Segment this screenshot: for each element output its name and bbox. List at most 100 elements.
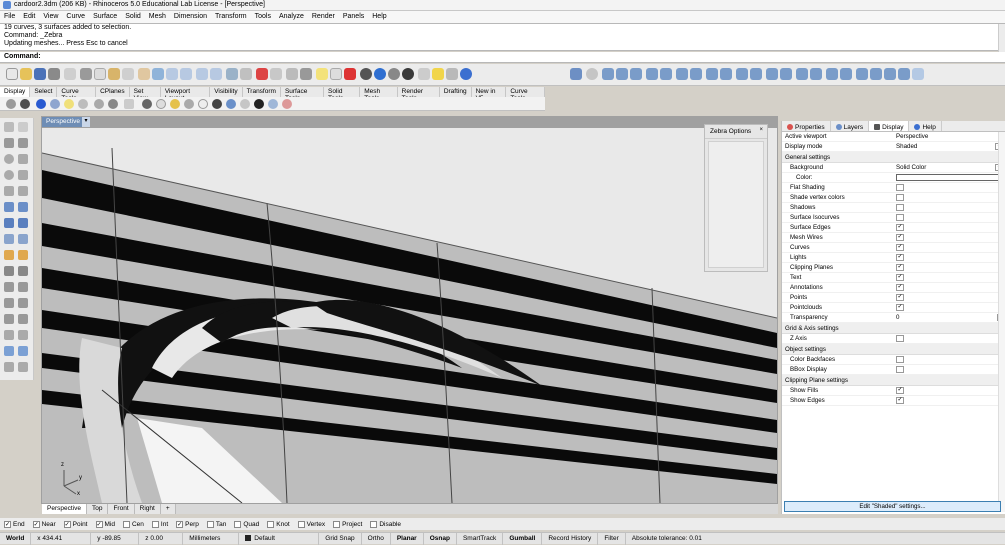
- render-icon[interactable]: [374, 68, 386, 80]
- car-icon[interactable]: [256, 68, 268, 80]
- setting-checkbox[interactable]: [896, 184, 904, 191]
- menu-panels[interactable]: Panels: [339, 11, 368, 23]
- color-backfaces-row[interactable]: Color Backfaces: [782, 355, 1005, 365]
- osnap-knot[interactable]: Knot: [267, 520, 290, 528]
- undo-icon[interactable]: [122, 68, 134, 80]
- sphere-silver-icon[interactable]: [240, 99, 250, 109]
- status-record-history[interactable]: Record History: [542, 532, 599, 545]
- loft-icon[interactable]: [840, 68, 852, 80]
- trim-icon[interactable]: [780, 68, 792, 80]
- pan-icon[interactable]: [138, 68, 150, 80]
- tab-mesh-tools[interactable]: Mesh Tools: [360, 87, 398, 102]
- open-icon[interactable]: [20, 68, 32, 80]
- sweep-icon[interactable]: [856, 68, 868, 80]
- curve-tool-icon[interactable]: [18, 138, 28, 148]
- solid-icon[interactable]: [18, 218, 28, 228]
- surface-tool-icon[interactable]: [4, 202, 14, 212]
- osnap-checkbox[interactable]: ✓: [63, 520, 71, 528]
- setting-row[interactable]: Surface Edges ✓: [782, 223, 1005, 233]
- offset-icon[interactable]: [750, 68, 762, 80]
- wireframe-icon[interactable]: [6, 99, 16, 109]
- setting-checkbox[interactable]: ✓: [896, 254, 904, 261]
- osnap-checkbox[interactable]: [234, 520, 242, 528]
- panel-tab-help[interactable]: Help: [909, 121, 942, 131]
- tab-select[interactable]: Select: [30, 87, 58, 97]
- tab-set-view[interactable]: Set View: [130, 87, 161, 102]
- help-icon[interactable]: [460, 68, 472, 80]
- bbox-display-row[interactable]: BBox Display: [782, 365, 1005, 375]
- osnap-checkbox[interactable]: ✓: [176, 520, 184, 528]
- zoom-icon[interactable]: [166, 68, 178, 80]
- render-tool-icon[interactable]: [18, 346, 28, 356]
- copy-tool-icon[interactable]: [18, 282, 28, 292]
- osnap-checkbox[interactable]: ✓: [32, 520, 40, 528]
- menu-analyze[interactable]: Analyze: [275, 11, 308, 23]
- osnap-quad[interactable]: Quad: [234, 520, 259, 528]
- setting-checkbox[interactable]: ✓: [896, 224, 904, 231]
- mirror-icon[interactable]: [4, 314, 14, 324]
- osnap-point[interactable]: ✓ Point: [63, 520, 88, 528]
- show-edges-row[interactable]: Show Edges ✓: [782, 396, 1005, 406]
- viewport-tab-top[interactable]: Top: [86, 504, 109, 514]
- polygon-icon[interactable]: [4, 186, 14, 196]
- zoom-extents-icon[interactable]: [196, 68, 208, 80]
- setting-checkbox[interactable]: [896, 204, 904, 211]
- osnap-disable[interactable]: Disable: [370, 520, 401, 528]
- save-icon[interactable]: [34, 68, 46, 80]
- curve-icon[interactable]: [300, 68, 312, 80]
- rotate-icon[interactable]: [4, 298, 14, 308]
- osnap-checkbox[interactable]: [267, 520, 275, 528]
- close-icon[interactable]: ×: [759, 127, 763, 133]
- freeform-icon[interactable]: [18, 186, 28, 196]
- background-color-row[interactable]: Color:: [782, 173, 1005, 183]
- extrude-icon[interactable]: [18, 202, 28, 212]
- revolve-icon[interactable]: [870, 68, 882, 80]
- status-cplane[interactable]: World: [0, 532, 32, 545]
- osnap-vertex[interactable]: Vertex: [297, 520, 325, 528]
- setting-row[interactable]: Shade vertex colors: [782, 193, 1005, 203]
- analyze-icon[interactable]: [570, 68, 582, 80]
- cut-icon[interactable]: [80, 68, 92, 80]
- patch-icon[interactable]: [898, 68, 910, 80]
- move-icon[interactable]: [4, 282, 14, 292]
- menu-dimension[interactable]: Dimension: [170, 11, 211, 23]
- setting-row[interactable]: Clipping Planes ✓: [782, 263, 1005, 273]
- zoom-window-icon[interactable]: [180, 68, 192, 80]
- box-icon[interactable]: [4, 218, 14, 228]
- analysis-tool-icon[interactable]: [4, 346, 14, 356]
- xray-icon[interactable]: [64, 99, 74, 109]
- display-mode-icon[interactable]: [124, 99, 134, 109]
- osnap-checkbox[interactable]: [297, 520, 305, 528]
- osnap-checkbox[interactable]: [333, 520, 341, 528]
- setting-checkbox[interactable]: ✓: [896, 274, 904, 281]
- grid-surface-icon[interactable]: [912, 68, 924, 80]
- setting-row[interactable]: Points ✓: [782, 293, 1005, 303]
- pen-icon[interactable]: [108, 99, 118, 109]
- chamfer-icon[interactable]: [826, 68, 838, 80]
- setting-checkbox[interactable]: ✓: [896, 284, 904, 291]
- tab-viewport-layout[interactable]: Viewport Layout: [161, 87, 211, 102]
- edit-shaded-settings-button[interactable]: Edit "Shaded" settings...: [784, 501, 1001, 512]
- display-mode-value[interactable]: Shaded: [896, 143, 917, 150]
- text-tool-icon[interactable]: [4, 266, 14, 276]
- z-axis-row[interactable]: Z Axis: [782, 334, 1005, 344]
- ellipse-icon[interactable]: [4, 170, 14, 180]
- panel-tab-display[interactable]: Display: [869, 121, 910, 131]
- setting-checkbox[interactable]: ✓: [896, 264, 904, 271]
- viewport-menu-chevron-icon[interactable]: ▾: [82, 117, 90, 127]
- viewport-tab-front[interactable]: Front: [108, 504, 135, 514]
- shaded-icon[interactable]: [20, 99, 30, 109]
- sphere-gray-icon[interactable]: [184, 99, 194, 109]
- sphere-zebra-icon[interactable]: [254, 99, 264, 109]
- setting-checkbox[interactable]: ✓: [896, 234, 904, 241]
- menu-mesh[interactable]: Mesh: [145, 11, 170, 23]
- technical-icon[interactable]: [78, 99, 88, 109]
- perspective-viewport[interactable]: z y x: [42, 128, 777, 503]
- point-tool-icon[interactable]: [18, 122, 28, 132]
- snap-tool-icon[interactable]: [18, 330, 28, 340]
- osnap-tan[interactable]: Tan: [206, 520, 226, 528]
- panel-tab-properties[interactable]: Properties: [782, 121, 831, 131]
- lightbulb-icon[interactable]: [432, 68, 444, 80]
- viewport-icon[interactable]: [226, 68, 238, 80]
- show-edges-checkbox[interactable]: ✓: [896, 397, 904, 404]
